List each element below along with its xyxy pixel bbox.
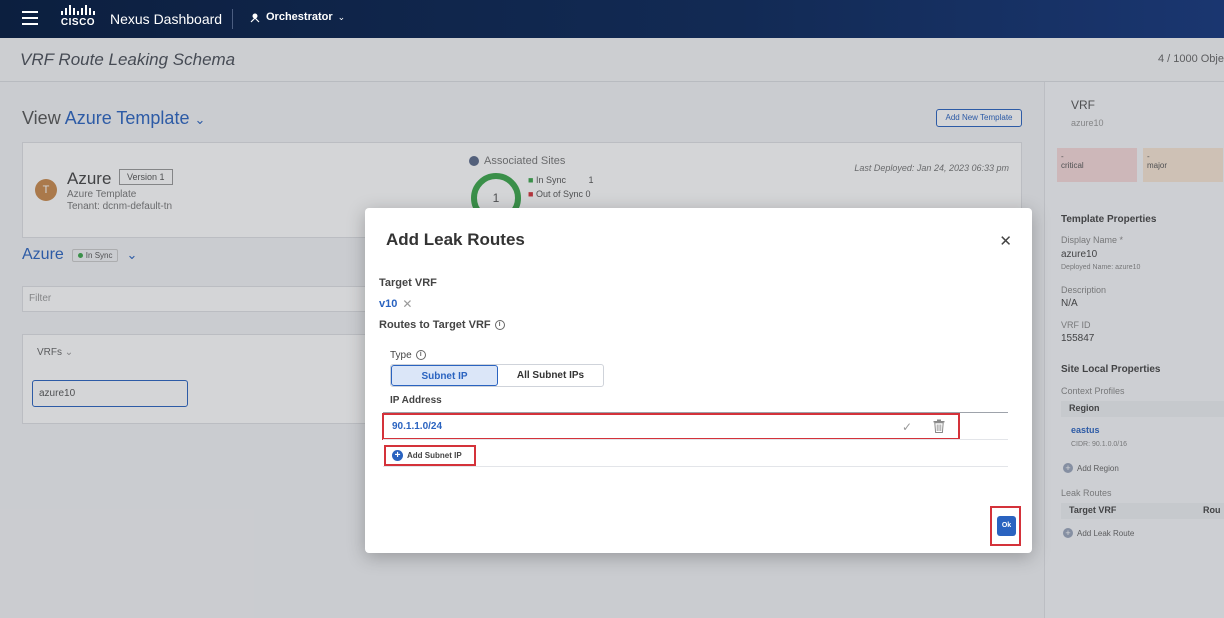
subnet-ip-option[interactable]: Subnet IP: [391, 365, 498, 386]
close-icon[interactable]: ✕: [999, 232, 1012, 250]
routes-to-target-vrf-label: Routes to Target VRF i: [379, 319, 505, 331]
ip-address-row: 90.1.1.0/24 ✓: [382, 413, 960, 440]
info-icon: i: [415, 350, 426, 361]
ip-address-header: IP Address: [390, 395, 442, 406]
ip-address-value[interactable]: 90.1.1.0/24: [392, 421, 442, 432]
app-name: Nexus Dashboard: [110, 11, 223, 27]
type-label: Type i: [390, 350, 426, 361]
ok-button[interactable]: Ok: [997, 516, 1016, 536]
ok-highlight-frame: Ok: [990, 506, 1021, 546]
row-divider: [383, 439, 1008, 440]
add-subnet-ip-button[interactable]: + Add Subnet IP: [384, 445, 476, 466]
target-vrf-chip: v10 ✕: [379, 297, 413, 311]
top-navbar: CISCO Nexus Dashboard Orchestrator ⌄: [0, 0, 1224, 38]
modal-title: Add Leak Routes: [386, 230, 525, 249]
check-icon[interactable]: ✓: [902, 420, 912, 434]
info-icon: i: [494, 320, 505, 331]
hamburger-menu-icon[interactable]: [22, 11, 38, 25]
plus-icon: +: [392, 450, 403, 461]
chevron-down-icon: ⌄: [337, 11, 346, 22]
all-subnet-ips-option[interactable]: All Subnet IPs: [498, 365, 603, 386]
orchestrator-icon: [250, 13, 260, 23]
nav-divider: [232, 9, 233, 29]
type-segmented-control: Subnet IP All Subnet IPs: [390, 364, 604, 387]
trash-icon[interactable]: [933, 419, 945, 433]
target-vrf-label: Target VRF: [379, 277, 437, 289]
add-leak-routes-modal: Add Leak Routes ✕ Target VRF v10 ✕ Route…: [365, 208, 1032, 553]
row-divider: [383, 466, 1008, 467]
remove-icon[interactable]: ✕: [402, 297, 412, 311]
orchestrator-switcher[interactable]: Orchestrator ⌄: [249, 11, 345, 23]
cisco-logo: CISCO: [60, 5, 96, 31]
